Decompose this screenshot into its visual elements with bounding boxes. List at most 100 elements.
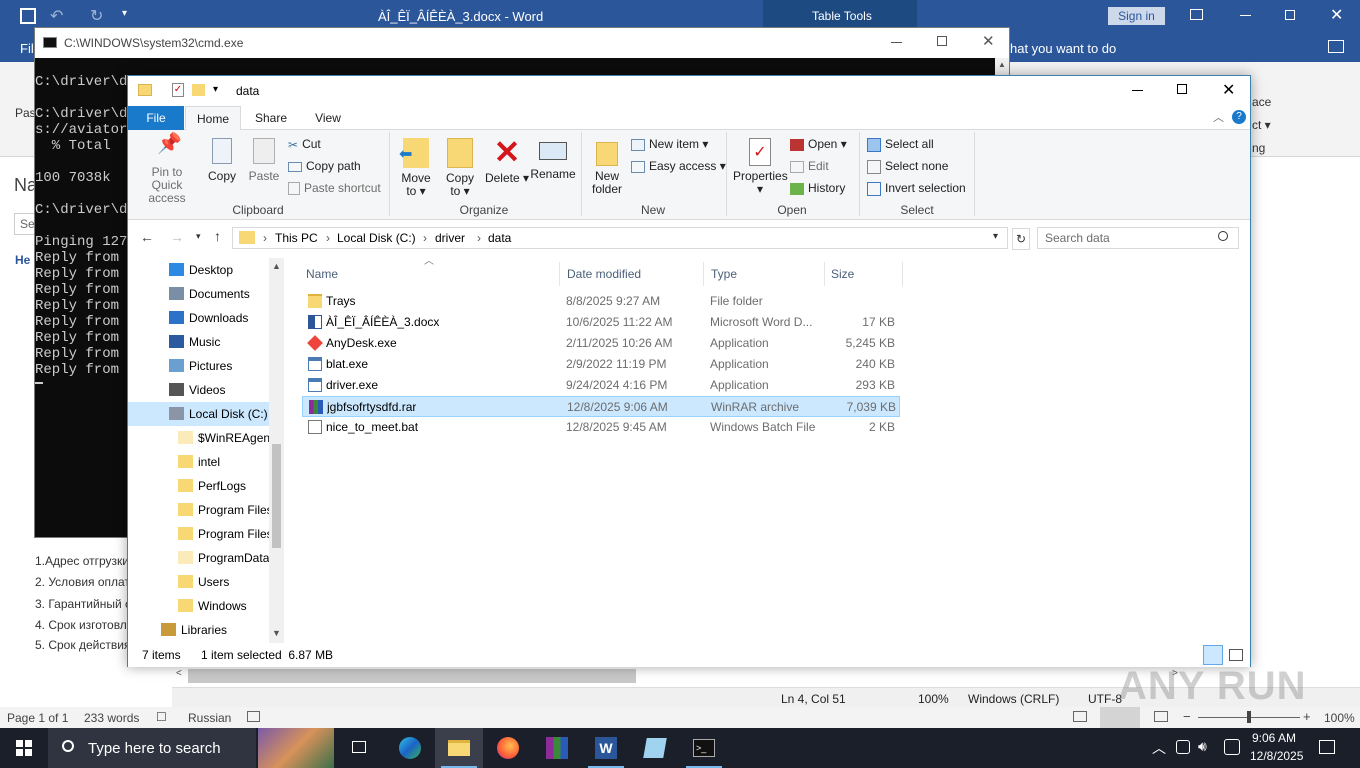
winrar-icon[interactable] — [533, 728, 581, 768]
new-item-button[interactable]: New item ▾ — [631, 134, 708, 154]
file-row[interactable]: AnyDesk.exe 2/11/2025 10:26 AM Application… — [302, 333, 900, 354]
column-header-size[interactable]: Size — [831, 262, 854, 286]
breadcrumb-local-disk[interactable]: Local Disk (C:) — [337, 228, 416, 248]
new-folder-qat-icon[interactable] — [192, 84, 205, 96]
proofing-icon[interactable]: ☐ — [156, 710, 167, 724]
page-count[interactable]: Page 1 of 1 — [7, 711, 68, 725]
notifications-icon[interactable] — [1319, 740, 1335, 754]
nav-item[interactable]: Desktop — [128, 258, 269, 282]
close-icon[interactable]: ✕ — [1222, 80, 1235, 100]
select-none-button[interactable]: Select none — [867, 156, 948, 176]
collapse-ribbon-icon[interactable]: ︿ — [1213, 109, 1224, 125]
new-folder-button[interactable]: New folder — [586, 134, 628, 196]
nav-scroll-down-icon[interactable]: ▼ — [272, 628, 281, 638]
breadcrumb-data[interactable]: data — [488, 228, 511, 248]
tell-me-box[interactable]: hat you want to do — [1010, 41, 1116, 56]
tab-home[interactable]: Home — [185, 106, 241, 130]
task-view-icon[interactable] — [336, 728, 384, 768]
nav-item[interactable]: intel — [128, 450, 269, 474]
invert-selection-button[interactable]: Invert selection — [867, 178, 966, 198]
nav-item[interactable]: $WinREAgent — [128, 426, 269, 450]
ribbon-display-icon[interactable] — [1190, 9, 1203, 20]
clock-date[interactable]: 12/8/2025 — [1250, 749, 1303, 763]
minimize-icon[interactable] — [1240, 15, 1251, 16]
web-layout-icon[interactable] — [1154, 711, 1168, 722]
network-icon[interactable] — [1176, 740, 1190, 754]
search-highlight-image[interactable] — [258, 728, 334, 768]
language-icon[interactable] — [1224, 739, 1240, 755]
cmd-icon[interactable]: >_ — [680, 728, 728, 768]
edit-button[interactable]: Edit — [790, 156, 829, 176]
close-icon[interactable]: ✕ — [1330, 5, 1343, 25]
language[interactable]: Russian — [188, 711, 231, 725]
comments-icon[interactable] — [1328, 40, 1344, 53]
read-mode-icon[interactable] — [1073, 711, 1087, 722]
open-button[interactable]: Open ▾ — [790, 134, 847, 154]
cut-button[interactable]: ✂ Cut — [288, 134, 321, 154]
tab-file[interactable]: File — [128, 106, 184, 130]
tab-share[interactable]: Share — [246, 106, 296, 130]
column-header-name[interactable]: Name — [306, 262, 338, 286]
pin-quick-access-button[interactable]: 📌 Pin to Quick access — [134, 134, 200, 205]
copy-to-button[interactable]: Copy to ▾ — [438, 134, 482, 198]
move-to-button[interactable]: ⬅ Move to ▾ — [394, 134, 438, 198]
file-row[interactable]: jgbfsofrtysdfd.rar 12/8/2025 9:06 AM WinRA… — [302, 396, 900, 417]
breadcrumb-this-pc[interactable]: This PC — [275, 228, 318, 248]
nav-item[interactable]: Pictures — [128, 354, 269, 378]
cmd-scroll-up-icon[interactable]: ▲ — [998, 60, 1006, 69]
address-bar[interactable]: › This PC › Local Disk (C:) › driver › d… — [232, 227, 1008, 249]
customize-qat-icon[interactable]: ▾ — [122, 8, 127, 19]
nav-item[interactable]: Local Disk (C:) — [128, 402, 269, 426]
minimize-icon[interactable] — [1132, 90, 1143, 91]
print-layout-icon[interactable] — [1100, 707, 1140, 728]
nav-item[interactable]: Documents — [128, 282, 269, 306]
paste-shortcut-button[interactable]: Paste shortcut — [288, 178, 381, 198]
up-arrow-icon[interactable]: ↑ — [214, 228, 221, 244]
column-separator[interactable] — [902, 262, 903, 286]
refresh-icon[interactable]: ↻ — [1012, 228, 1030, 250]
taskbar-search-box[interactable]: Type here to search — [48, 728, 256, 768]
rename-button[interactable]: Rename — [530, 134, 576, 181]
cmd-minimize-icon[interactable] — [891, 42, 902, 43]
nav-item[interactable]: Downloads — [128, 306, 269, 330]
tab-view[interactable]: View — [303, 106, 353, 130]
nav-item[interactable]: Libraries — [128, 618, 269, 642]
maximize-icon[interactable] — [1177, 84, 1187, 94]
properties-button[interactable]: ✓ Properties ▾ — [730, 134, 790, 196]
undo-icon[interactable]: ↶ — [50, 6, 63, 26]
zoom-slider-thumb[interactable] — [1247, 711, 1251, 723]
nav-scroll-thumb[interactable] — [272, 444, 281, 548]
firefox-icon[interactable] — [484, 728, 532, 768]
help-icon[interactable]: ? — [1232, 110, 1246, 124]
column-header-type[interactable]: Type — [711, 262, 737, 286]
notepad-hscroll-left[interactable]: < — [176, 668, 182, 679]
nav-item[interactable]: Windows — [128, 594, 269, 618]
copy-button[interactable]: Copy — [204, 134, 240, 183]
paste-button[interactable]: Paste — [246, 134, 282, 183]
nav-item[interactable]: Videos — [128, 378, 269, 402]
column-separator[interactable] — [824, 262, 825, 286]
nav-item[interactable]: Program Files — [128, 498, 269, 522]
large-icons-view-icon[interactable] — [1229, 649, 1243, 661]
macro-icon[interactable] — [247, 711, 260, 722]
zoom-in-button[interactable]: + — [1303, 709, 1311, 724]
zoom-out-button[interactable]: − — [1183, 709, 1191, 724]
recent-locations-icon[interactable]: ▾ — [196, 231, 201, 242]
forward-arrow-icon[interactable]: → — [170, 229, 184, 245]
sign-in-button[interactable]: Sign in — [1108, 7, 1165, 25]
back-arrow-icon[interactable]: ← — [140, 229, 154, 245]
nav-item[interactable]: ProgramData — [128, 546, 269, 570]
address-dropdown-icon[interactable]: ▾ — [993, 231, 998, 242]
column-header-date[interactable]: Date modified — [567, 262, 641, 286]
select-all-button[interactable]: Select all — [867, 134, 934, 154]
zoom-level[interactable]: 100% — [1324, 711, 1355, 725]
nav-item[interactable]: PerfLogs — [128, 474, 269, 498]
file-row[interactable]: driver.exe 9/24/2024 4:16 PM Application 29… — [302, 375, 900, 396]
clock-time[interactable]: 9:06 AM — [1252, 731, 1296, 745]
delete-button[interactable]: ✕ Delete ▾ — [484, 134, 530, 185]
nav-item[interactable]: Music — [128, 330, 269, 354]
word-count[interactable]: 233 words — [84, 711, 139, 725]
column-separator[interactable] — [559, 262, 560, 286]
redo-icon[interactable]: ↻ — [90, 6, 103, 26]
word-icon[interactable]: W — [582, 728, 630, 768]
